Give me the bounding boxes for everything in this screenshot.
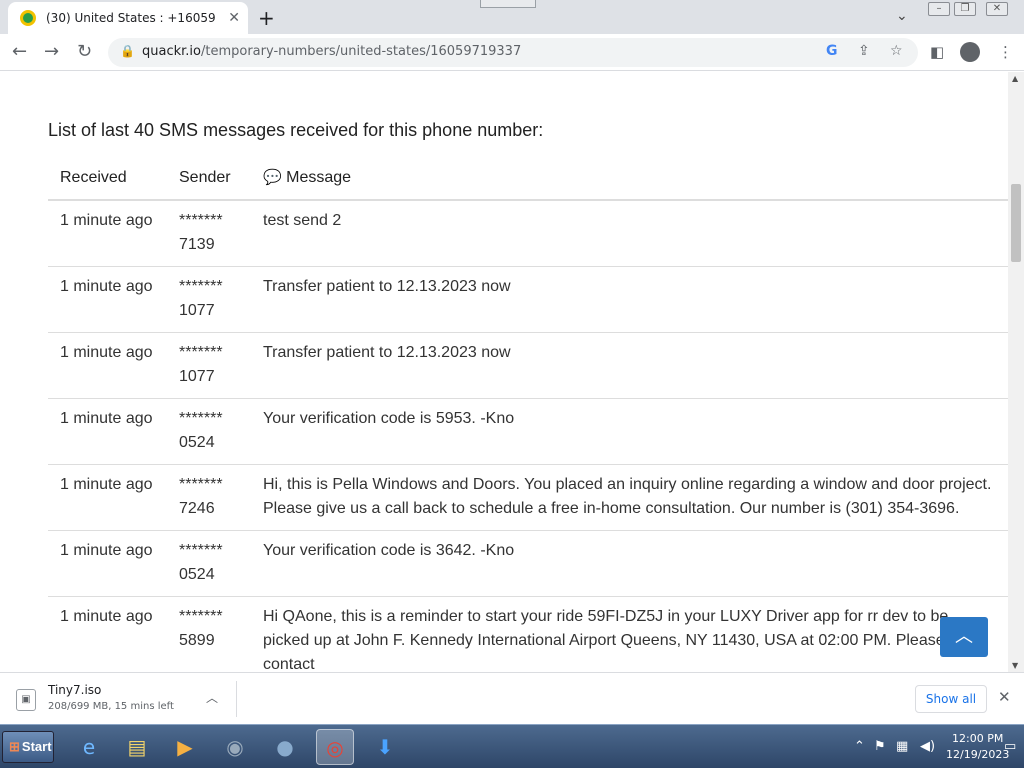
cell-message: test send 2 xyxy=(251,200,1008,267)
page-scrollbar[interactable]: ▲ ▼ xyxy=(1008,72,1024,672)
table-row: 1 minute ago ******* 7139 test send 2 xyxy=(48,200,1008,267)
file-icon: ▣ xyxy=(16,689,36,711)
menu-kebab-icon[interactable]: ⋮ xyxy=(998,43,1013,61)
window-grab-handle[interactable] xyxy=(480,0,536,8)
cell-received: 1 minute ago xyxy=(48,530,167,597)
download-filename[interactable]: Tiny7.iso xyxy=(48,683,101,697)
side-panel-icon[interactable]: ◧ xyxy=(930,43,944,61)
show-all-button[interactable]: Show all xyxy=(915,685,987,713)
header-received: Received xyxy=(48,160,167,201)
url-text[interactable]: quackr.io/temporary-numbers/united-state… xyxy=(142,44,521,59)
clock-date: 12/19/2023 xyxy=(946,748,1010,761)
cell-sender: ******* 1077 xyxy=(167,266,251,333)
media-player-icon[interactable]: ▶ xyxy=(166,729,204,765)
cell-sender: ******* 7139 xyxy=(167,200,251,267)
download-bar: ▣ Tiny7.iso 208/699 MB, 15 mins left ︿ S… xyxy=(0,672,1024,724)
tab-strip: (30) United States : +16059719337 ✕ + ⌄ … xyxy=(0,0,1024,34)
scrollbar-thumb[interactable] xyxy=(1011,184,1021,262)
system-tray: ⌃ ⚑ ▦ ◀) 12:00 PM 12/19/2023 ▭ xyxy=(846,729,1024,765)
internet-explorer-icon[interactable]: e xyxy=(70,729,108,765)
show-desktop-icon[interactable]: ▭ xyxy=(1004,739,1016,754)
tab-close-icon[interactable]: ✕ xyxy=(228,10,240,26)
cell-received: 1 minute ago xyxy=(48,596,167,672)
browser-toolbar: ← → ↻ 🔒 quackr.io/temporary-numbers/unit… xyxy=(0,34,1024,71)
cell-message: Hi QAone, this is a reminder to start yo… xyxy=(251,596,1008,672)
show-hidden-icons-icon[interactable]: ⌃ xyxy=(854,739,865,754)
browser-tab[interactable]: (30) United States : +16059719337 ✕ xyxy=(8,2,248,34)
cell-received: 1 minute ago xyxy=(48,398,167,465)
restore-button[interactable]: ❐ xyxy=(954,2,976,16)
share-icon[interactable]: ⇪ xyxy=(858,43,870,59)
chrome-alt-icon[interactable]: ◉ xyxy=(216,729,254,765)
volume-icon[interactable]: ◀) xyxy=(920,739,935,754)
cell-received: 1 minute ago xyxy=(48,464,167,531)
bookmark-star-icon[interactable]: ☆ xyxy=(890,43,903,59)
cell-received: 1 minute ago xyxy=(48,332,167,399)
minimize-button[interactable]: – xyxy=(928,2,950,16)
table-row: 1 minute ago ******* 5899 Hi QAone, this … xyxy=(48,596,1008,672)
cell-message: Transfer patient to 12.13.2023 now xyxy=(251,266,1008,333)
windows-flag-icon: ⊞ xyxy=(9,739,20,754)
table-row: 1 minute ago ******* 0524 Your verificati… xyxy=(48,398,1008,465)
profile-avatar-icon[interactable] xyxy=(960,42,980,62)
cell-received: 1 minute ago xyxy=(48,266,167,333)
tab-title: (30) United States : +16059719337 xyxy=(46,11,216,25)
globe-app-icon[interactable]: ● xyxy=(266,729,304,765)
header-message-label: Message xyxy=(286,169,352,186)
taskbar: ⊞ Start e ▤ ▶ ◉ ● ◎ ⬇ ⌃ ⚑ ▦ ◀) 12:00 PM 12… xyxy=(0,724,1024,768)
table-header-row: Received Sender 💬 Message xyxy=(48,160,1008,201)
tab-search-chevron-icon[interactable]: ⌄ xyxy=(896,8,908,24)
action-center-icon[interactable]: ⚑ xyxy=(874,739,886,754)
sms-list-heading: List of last 40 SMS messages received fo… xyxy=(48,120,544,140)
cell-sender: ******* 0524 xyxy=(167,530,251,597)
back-to-top-button[interactable]: ︿ xyxy=(940,617,988,657)
chevron-up-icon: ︿ xyxy=(955,626,973,647)
google-translate-icon[interactable]: G xyxy=(826,43,838,59)
cell-sender: ******* 5899 xyxy=(167,596,251,672)
new-tab-button[interactable]: + xyxy=(258,6,275,30)
chrome-icon[interactable]: ◎ xyxy=(316,729,354,765)
cell-message: Hi, this is Pella Windows and Doors. You… xyxy=(251,464,1008,531)
lock-icon[interactable]: 🔒 xyxy=(120,44,135,58)
table-row: 1 minute ago ******* 1077 Transfer patien… xyxy=(48,332,1008,399)
speech-bubble-icon: 💬 xyxy=(263,169,282,186)
folder-icon[interactable]: ▤ xyxy=(118,729,156,765)
forward-arrow-icon[interactable]: → xyxy=(44,41,59,62)
download-arrow-icon[interactable]: ⬇ xyxy=(366,729,404,765)
chevron-up-icon[interactable]: ︿ xyxy=(206,689,218,706)
cell-message: Your verification code is 5953. -Kno xyxy=(251,398,1008,465)
clock[interactable]: 12:00 PM 12/19/2023 xyxy=(946,731,1009,763)
cell-message: Transfer patient to 12.13.2023 now xyxy=(251,332,1008,399)
cell-message: Your verification code is 3642. -Kno xyxy=(251,530,1008,597)
close-icon[interactable]: ✕ xyxy=(998,688,1011,706)
divider xyxy=(236,681,237,717)
cell-sender: ******* 1077 xyxy=(167,332,251,399)
start-button[interactable]: ⊞ Start xyxy=(2,731,54,763)
header-sender: Sender xyxy=(167,160,251,201)
clock-time: 12:00 PM xyxy=(952,732,1004,745)
cell-received: 1 minute ago xyxy=(48,200,167,267)
back-arrow-icon[interactable]: ← xyxy=(12,41,27,62)
download-status: 208/699 MB, 15 mins left xyxy=(48,701,174,712)
scroll-up-arrow-icon[interactable]: ▲ xyxy=(1012,74,1018,83)
header-message: 💬 Message xyxy=(251,160,1008,201)
cell-sender: ******* 0524 xyxy=(167,398,251,465)
address-bar[interactable]: 🔒 quackr.io/temporary-numbers/united-sta… xyxy=(108,38,918,67)
table-row: 1 minute ago ******* 1077 Transfer patien… xyxy=(48,266,1008,333)
site-favicon-icon xyxy=(20,10,36,26)
page-content: List of last 40 SMS messages received fo… xyxy=(0,72,1008,672)
scroll-down-arrow-icon[interactable]: ▼ xyxy=(1012,661,1018,670)
close-window-button[interactable]: ✕ xyxy=(986,2,1008,16)
sms-table: Received Sender 💬 Message 1 minute ago *… xyxy=(48,160,1008,672)
network-icon[interactable]: ▦ xyxy=(896,739,908,754)
table-row: 1 minute ago ******* 7246 Hi, this is Pel… xyxy=(48,464,1008,531)
reload-icon[interactable]: ↻ xyxy=(77,41,92,62)
table-row: 1 minute ago ******* 0524 Your verificati… xyxy=(48,530,1008,597)
cell-sender: ******* 7246 xyxy=(167,464,251,531)
